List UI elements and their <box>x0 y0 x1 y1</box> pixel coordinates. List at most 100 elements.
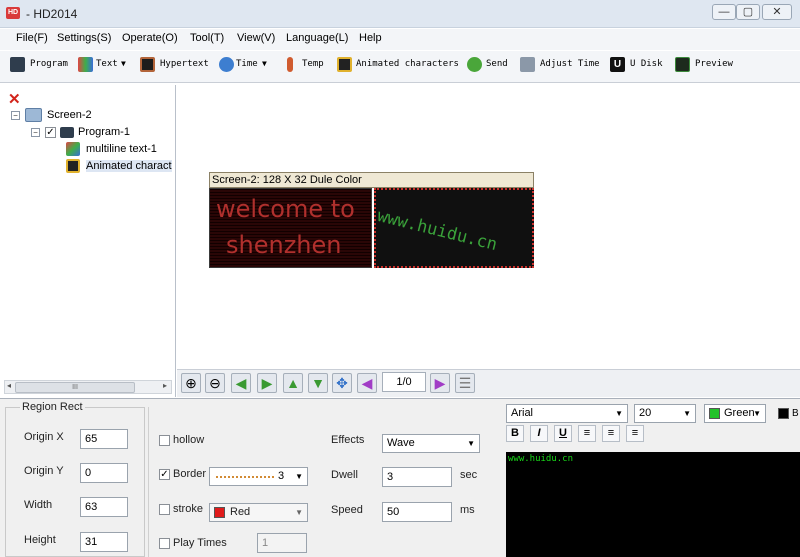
bold-button[interactable]: B <box>506 425 524 442</box>
thermometer-icon[interactable] <box>287 57 293 72</box>
udisk-icon[interactable]: U <box>610 57 625 72</box>
scroll-right-icon[interactable]: ▸ <box>163 381 167 390</box>
program-checkbox[interactable]: ✓ <box>45 127 56 138</box>
minimize-button[interactable]: — <box>712 4 736 20</box>
align-center-icon[interactable]: ≡ <box>602 425 620 442</box>
adjust-time-button[interactable]: Adjust Time <box>540 59 600 69</box>
tree-collapse-icon[interactable]: − <box>31 128 40 137</box>
zoom-in-icon[interactable]: ⊕ <box>181 373 201 393</box>
animated-characters-icon <box>66 159 80 173</box>
arrow-down-icon[interactable]: ▼ <box>308 373 328 393</box>
border-pattern-icon <box>216 476 274 478</box>
font-family-select[interactable]: Arial ▼ <box>506 404 628 423</box>
move-icon[interactable]: ✥ <box>332 373 352 393</box>
next-page-icon[interactable]: ▶ <box>430 373 450 393</box>
scroll-left-icon[interactable]: ◂ <box>7 381 11 390</box>
origin-x-input[interactable]: 65 <box>80 429 128 449</box>
dwell-input[interactable]: 3 <box>382 467 452 487</box>
menu-language[interactable]: Language(L) <box>286 32 348 44</box>
border-style-select[interactable]: 3 ▼ <box>209 467 308 486</box>
effects-select[interactable]: Wave ▼ <box>382 434 480 453</box>
hypertext-icon[interactable] <box>140 57 155 72</box>
hypertext-button[interactable]: Hypertext <box>160 59 209 69</box>
preview-button[interactable]: Preview <box>695 59 733 69</box>
height-input[interactable]: 31 <box>80 532 128 552</box>
tree-item-program[interactable]: Program-1 <box>78 126 130 138</box>
border-value: 3 <box>278 470 285 482</box>
hollow-checkbox[interactable] <box>159 435 170 446</box>
menu-file[interactable]: File(F) <box>16 32 48 44</box>
play-times-input[interactable]: 1 <box>257 533 307 553</box>
zoom-out-icon[interactable]: ⊖ <box>205 373 225 393</box>
width-input[interactable]: 63 <box>80 497 128 517</box>
arrow-left-icon[interactable]: ◀ <box>231 373 251 393</box>
chevron-down-icon: ▼ <box>683 409 691 418</box>
play-times-label: Play Times <box>173 537 227 549</box>
menu-help[interactable]: Help <box>359 32 382 44</box>
animated-characters-icon[interactable] <box>337 57 352 72</box>
scroll-thumb[interactable]: III <box>15 382 135 393</box>
menu-settings[interactable]: Settings(S) <box>57 32 111 44</box>
clock-icon[interactable] <box>219 57 234 72</box>
preview-icon[interactable] <box>675 57 690 72</box>
align-right-icon[interactable]: ≡ <box>626 425 644 442</box>
previous-page-icon[interactable]: ◀ <box>357 373 377 393</box>
black-swatch-icon <box>778 408 789 419</box>
text-icon[interactable] <box>78 57 93 72</box>
delete-icon[interactable]: ✕ <box>8 90 21 108</box>
text-dropdown-icon[interactable]: ▼ <box>121 59 126 68</box>
dwell-unit: sec <box>460 469 478 481</box>
wrench-icon[interactable] <box>520 57 535 72</box>
origin-y-input[interactable]: 0 <box>80 463 128 483</box>
hollow-label: hollow <box>173 434 205 446</box>
arrow-up-icon[interactable]: ▲ <box>283 373 303 393</box>
text-button[interactable]: Text <box>96 59 118 69</box>
temp-button[interactable]: Temp <box>302 59 324 69</box>
speed-input[interactable]: 50 <box>382 502 452 522</box>
menu-operate[interactable]: Operate(O) <box>122 32 178 44</box>
send-button[interactable]: Send <box>486 59 508 69</box>
program-button[interactable]: Program <box>30 59 68 69</box>
toolbar: Program Text ▼ Hypertext Time ▼ Temp Ani… <box>0 51 800 83</box>
window-title: - HD2014 <box>26 7 78 21</box>
background-color-select[interactable]: B <box>774 406 800 422</box>
send-icon[interactable] <box>467 57 482 72</box>
arrow-right-icon[interactable]: ▶ <box>257 373 277 393</box>
font-size-value: 20 <box>639 407 652 419</box>
align-left-icon[interactable]: ≡ <box>578 425 596 442</box>
tree-item-animated-characters[interactable]: Animated charact <box>86 160 172 172</box>
tree-collapse-icon[interactable]: − <box>11 111 20 120</box>
title-bar <box>0 0 800 28</box>
menu-view[interactable]: View(V) <box>237 32 275 44</box>
udisk-button[interactable]: U Disk <box>630 59 663 69</box>
tree-item-screen[interactable]: Screen-2 <box>47 109 92 121</box>
app-logo-icon: HD <box>6 7 20 19</box>
text-preview-area[interactable] <box>506 452 800 557</box>
font-size-select[interactable]: 20 ▼ <box>634 404 696 423</box>
italic-button[interactable]: I <box>530 425 548 442</box>
maximize-button[interactable]: ▢ <box>736 4 760 20</box>
border-checkbox[interactable]: ✓ <box>159 469 170 480</box>
time-dropdown-icon[interactable]: ▼ <box>262 59 267 68</box>
play-times-checkbox[interactable] <box>159 538 170 549</box>
time-button[interactable]: Time <box>236 59 258 69</box>
effects-value: Wave <box>387 437 415 449</box>
tree-horizontal-scrollbar[interactable]: ◂ III ▸ <box>4 380 172 394</box>
menu-tool[interactable]: Tool(T) <box>190 32 224 44</box>
program-icon[interactable] <box>10 57 25 72</box>
red-swatch-icon <box>214 507 225 518</box>
dwell-label: Dwell <box>331 469 358 481</box>
background-color-label: B <box>792 408 799 419</box>
underline-button[interactable]: U <box>554 425 572 442</box>
text-icon <box>66 142 80 156</box>
list-icon[interactable]: ☰ <box>455 373 475 393</box>
stroke-color-select[interactable]: Red ▼ <box>209 503 308 522</box>
font-color-select[interactable]: Green ▼ <box>704 404 766 423</box>
tree-item-multiline-text[interactable]: multiline text-1 <box>86 143 157 155</box>
close-button[interactable]: ✕ <box>762 4 792 20</box>
animated-characters-button[interactable]: Animated characters <box>356 59 459 69</box>
width-label: Width <box>24 499 53 511</box>
screen-icon <box>25 108 42 122</box>
stroke-checkbox[interactable] <box>159 504 170 515</box>
origin-x-label: Origin X <box>24 431 64 443</box>
